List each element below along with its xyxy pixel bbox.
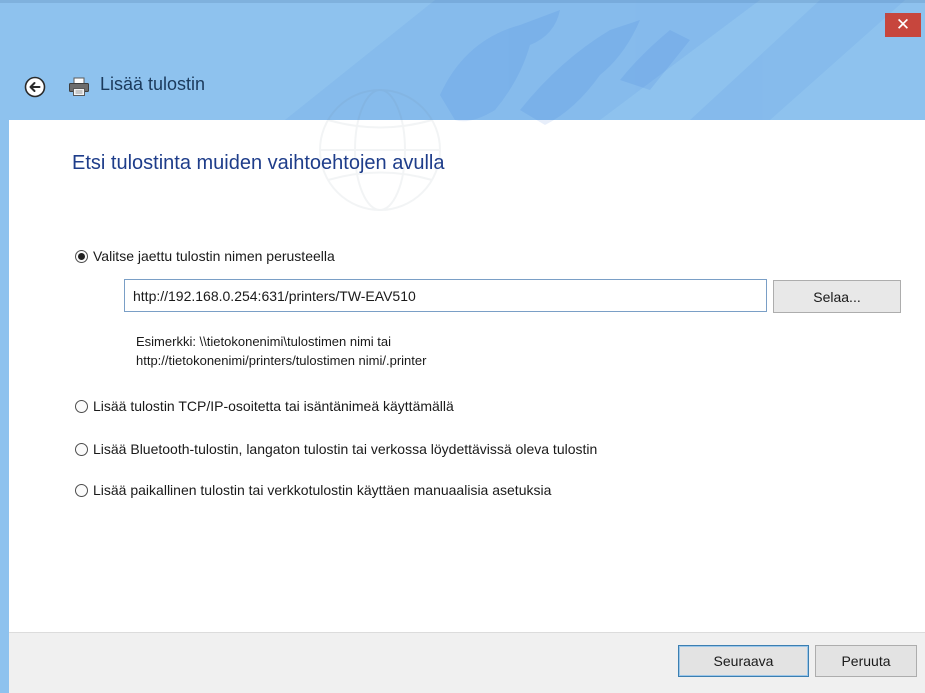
- close-button[interactable]: ✕: [885, 13, 921, 37]
- title-bar: ✕: [0, 0, 925, 120]
- page-heading: Etsi tulostinta muiden vaihtoehtojen avu…: [72, 152, 445, 174]
- option-label: Valitse jaettu tulostin nimen perusteell…: [93, 248, 335, 264]
- option-bluetooth-wireless-printer[interactable]: Lisää Bluetooth-tulostin, langaton tulos…: [75, 441, 597, 457]
- window-left-border: [0, 120, 9, 693]
- option-label: Lisää tulostin TCP/IP-osoitetta tai isän…: [93, 398, 454, 414]
- radio-button[interactable]: [75, 483, 88, 497]
- add-printer-dialog: ✕ Lisää tulostin Etsi tulostinta muiden …: [0, 0, 925, 693]
- browse-button[interactable]: Selaa...: [773, 280, 901, 313]
- radio-button-selected[interactable]: [75, 249, 88, 263]
- option-label: Lisää Bluetooth-tulostin, langaton tulos…: [93, 441, 598, 457]
- example-line-2: http://tietokonenimi/printers/tulostimen…: [136, 353, 427, 368]
- window-title: Lisää tulostin: [100, 74, 206, 94]
- printer-icon: [69, 77, 89, 96]
- option-tcpip-printer[interactable]: Lisää tulostin TCP/IP-osoitetta tai isän…: [75, 398, 454, 414]
- option-shared-printer-by-name[interactable]: Valitse jaettu tulostin nimen perusteell…: [75, 248, 335, 264]
- radio-button[interactable]: [75, 442, 88, 456]
- back-arrow-icon[interactable]: [24, 76, 46, 98]
- radio-button[interactable]: [75, 399, 88, 413]
- option-local-manual-printer[interactable]: Lisää paikallinen tulostin tai verkkotul…: [75, 482, 551, 498]
- example-line-1: Esimerkki: \\tietokonenimi\tulostimen ni…: [136, 334, 392, 349]
- option-label: Lisää paikallinen tulostin tai verkkotul…: [93, 482, 552, 498]
- close-icon: ✕: [895, 15, 911, 34]
- example-text: Esimerkki: \\tietokonenimi\tulostimen ni…: [136, 332, 426, 370]
- printer-url-input[interactable]: [124, 279, 767, 312]
- next-button[interactable]: Seuraava: [678, 645, 809, 677]
- cancel-button[interactable]: Peruuta: [815, 645, 917, 677]
